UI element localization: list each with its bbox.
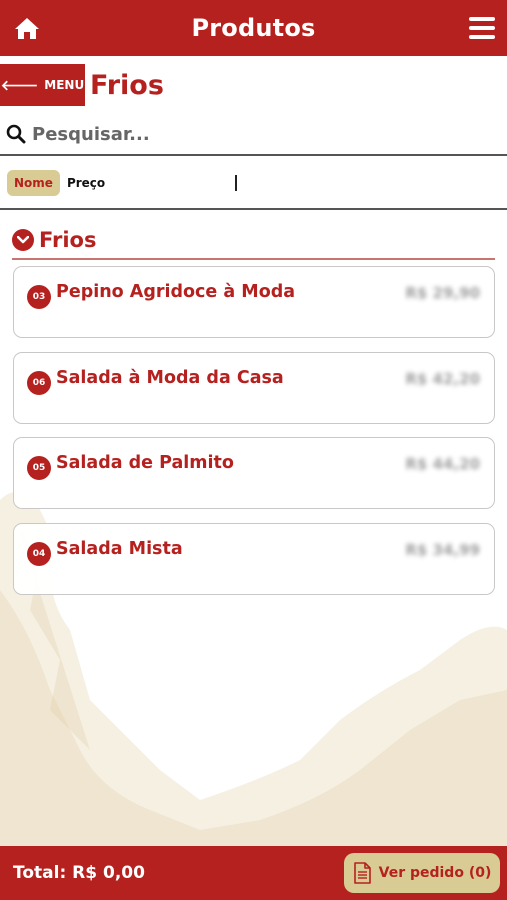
product-name: Pepino Agridoce à Moda: [56, 282, 296, 302]
footer-bar: Total: R$ 0,00 Ver pedido (0): [0, 846, 507, 900]
group-label: Frios: [39, 228, 97, 252]
arrow-left-icon: 🡐: [0, 77, 39, 94]
sort-options: Nome Preço: [0, 158, 507, 210]
back-to-menu-button[interactable]: 🡐 MENU: [0, 64, 85, 106]
sort-by-price-button[interactable]: Preço: [67, 176, 105, 190]
search-bar: [0, 114, 507, 156]
page-title: Produtos: [191, 14, 316, 42]
product-code-badge: 05: [27, 456, 51, 480]
chevron-down-icon: [12, 229, 34, 251]
product-item[interactable]: 03 Pepino Agridoce à Moda R$ 29,90: [13, 266, 495, 338]
sort-by-name-button[interactable]: Nome: [7, 170, 60, 196]
search-input[interactable]: [32, 123, 472, 145]
group-header-frios[interactable]: Frios: [12, 222, 495, 260]
category-title: Frios: [90, 69, 164, 101]
top-bar: Produtos: [0, 0, 507, 56]
home-button[interactable]: [12, 13, 42, 43]
product-price: R$ 42,20: [405, 369, 480, 388]
text-cursor: [235, 175, 237, 191]
product-code-badge: 04: [27, 541, 51, 566]
product-item[interactable]: 05 Salada de Palmito R$ 44,20: [13, 437, 495, 509]
product-name: Salada de Palmito: [56, 453, 234, 473]
product-price: R$ 44,20: [405, 455, 480, 473]
hamburger-menu-button[interactable]: [469, 15, 495, 41]
document-icon: [353, 862, 371, 884]
product-name: Salada à Moda da Casa: [56, 367, 284, 388]
hamburger-icon: [469, 17, 495, 21]
product-item[interactable]: 04 Salada Mista R$ 34,99: [13, 522, 495, 595]
product-price: R$ 34,99: [405, 540, 480, 559]
product-list: 03 Pepino Agridoce à Moda R$ 29,90 06 Sa…: [13, 266, 495, 608]
product-code-badge: 06: [27, 370, 51, 395]
product-name: Salada Mista: [56, 538, 183, 559]
back-label: MENU: [44, 78, 85, 92]
product-item[interactable]: 06 Salada à Moda da Casa R$ 42,20: [13, 351, 495, 424]
home-icon: [15, 18, 39, 39]
product-code-badge: 03: [27, 285, 51, 309]
order-total: Total: R$ 0,00: [13, 863, 145, 883]
product-price: R$ 29,90: [405, 284, 480, 302]
category-header: 🡐 MENU Frios: [0, 64, 507, 106]
search-icon: [6, 124, 26, 144]
view-order-label: Ver pedido (0): [378, 865, 492, 881]
view-order-button[interactable]: Ver pedido (0): [344, 853, 500, 893]
